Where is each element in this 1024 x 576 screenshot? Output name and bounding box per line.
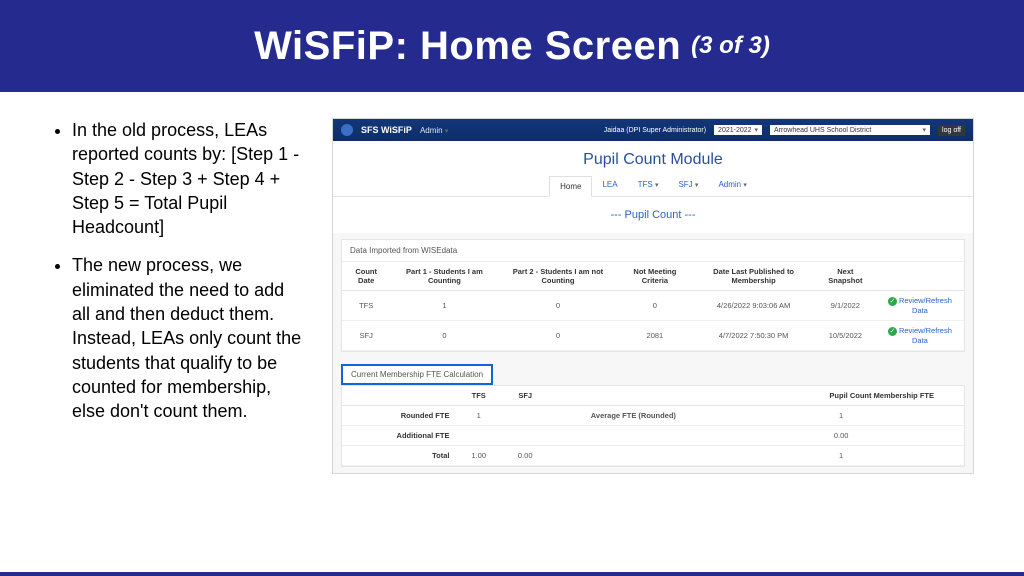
table-row: Total 1.00 0.00 1	[342, 446, 964, 466]
col-membership-fte: Pupil Count Membership FTE	[718, 386, 964, 406]
footer-accent	[0, 572, 1024, 576]
col-part2: Part 2 - Students I am not Counting	[498, 262, 617, 291]
user-label: Jaidaa (DPI Super Administrator)	[604, 127, 706, 134]
logoff-button[interactable]: log off	[938, 125, 965, 136]
col-not-meeting: Not Meeting Criteria	[618, 262, 693, 291]
tab-admin[interactable]: Admin ▾	[708, 175, 756, 196]
pupil-count-heading: --- Pupil Count ---	[333, 197, 973, 233]
slide-body: In the old process, LEAs reported counts…	[0, 92, 1024, 474]
import-table: Count Date Part 1 - Students I am Counti…	[342, 262, 964, 351]
chevron-down-icon: ▾	[923, 126, 927, 134]
col-sfj: SFJ	[502, 386, 549, 406]
col-action	[876, 262, 964, 291]
check-icon: ✓	[888, 327, 897, 336]
tab-sfj[interactable]: SFJ ▾	[668, 175, 708, 196]
fte-calc-highlight: Current Membership FTE Calculation	[341, 364, 493, 385]
table-row: Rounded FTE 1 Average FTE (Rounded) 1	[342, 406, 964, 426]
review-link[interactable]: ✓Review/Refresh Data	[876, 291, 964, 321]
fte-table: TFS SFJ Pupil Count Membership FTE Round…	[342, 386, 964, 466]
bullet-list: In the old process, LEAs reported counts…	[54, 118, 304, 474]
import-panel-title: Data Imported from WISEdata	[342, 240, 964, 262]
app-brand: SFS WiSFiP	[361, 125, 412, 135]
module-tabs: Home LEA TFS ▾ SFJ ▾ Admin ▾	[333, 175, 973, 197]
check-icon: ✓	[888, 297, 897, 306]
col-next-snap: Next Snapshot	[815, 262, 876, 291]
table-row: SFJ 0 0 2081 4/7/2022 7:50:30 PM 10/5/20…	[342, 321, 964, 351]
chevron-down-icon: ▾	[743, 182, 747, 189]
chevron-down-icon: ▾	[755, 126, 759, 134]
bullet-item: In the old process, LEAs reported counts…	[72, 118, 304, 239]
chevron-down-icon: ▾	[445, 128, 449, 135]
chevron-down-icon: ▾	[655, 182, 659, 189]
year-select[interactable]: 2021-2022▾	[714, 125, 762, 135]
bullet-item: The new process, we eliminated the need …	[72, 253, 304, 423]
admin-menu[interactable]: Admin ▾	[420, 126, 448, 135]
module-title: Pupil Count Module	[333, 141, 973, 175]
fte-panel: TFS SFJ Pupil Count Membership FTE Round…	[341, 385, 965, 467]
district-select[interactable]: Arrowhead UHS School District▾	[770, 125, 930, 135]
tab-home[interactable]: Home	[549, 176, 592, 197]
tab-lea[interactable]: LEA	[592, 175, 627, 196]
app-logo-icon	[341, 124, 353, 136]
slide-header: WiSFiP: Home Screen (3 of 3)	[0, 0, 1024, 92]
avg-label: Average FTE (Rounded)	[548, 406, 718, 426]
chevron-down-icon: ▾	[695, 182, 699, 189]
app-topbar: SFS WiSFiP Admin ▾ Jaidaa (DPI Super Adm…	[333, 119, 973, 141]
col-tfs: TFS	[455, 386, 502, 406]
import-panel: Data Imported from WISEdata Count Date P…	[341, 239, 965, 352]
app-screenshot: SFS WiSFiP Admin ▾ Jaidaa (DPI Super Adm…	[332, 118, 974, 474]
table-row: TFS 1 0 0 4/26/2022 9:03:06 AM 9/1/2022 …	[342, 291, 964, 321]
col-part1: Part 1 - Students I am Counting	[390, 262, 498, 291]
slide-counter: (3 of 3)	[691, 32, 770, 60]
tab-tfs[interactable]: TFS ▾	[628, 175, 669, 196]
review-link[interactable]: ✓Review/Refresh Data	[876, 321, 964, 351]
slide-title: WiSFiP: Home Screen	[254, 24, 681, 69]
table-row: Additional FTE 0.00	[342, 426, 964, 446]
col-count-date: Count Date	[342, 262, 390, 291]
col-date-pub: Date Last Published to Membership	[692, 262, 815, 291]
